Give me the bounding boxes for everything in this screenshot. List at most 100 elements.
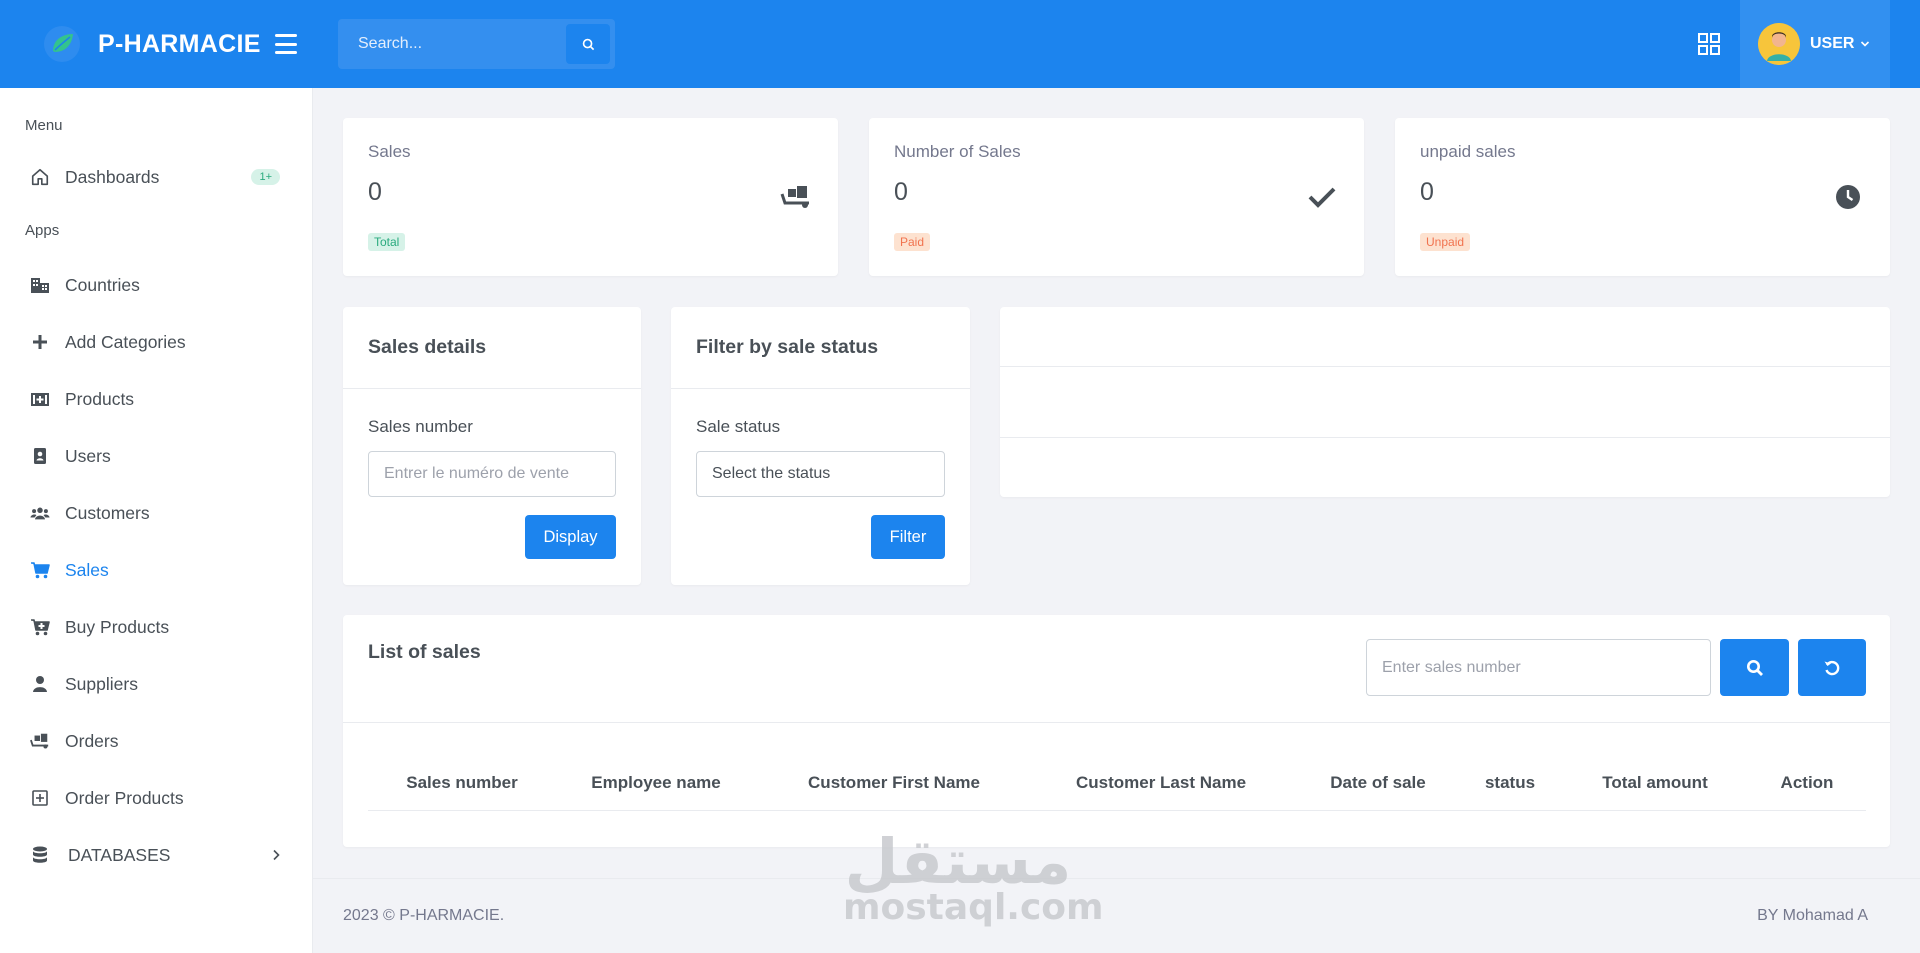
chevron-down-icon [1861, 41, 1870, 47]
status-badge: Total [368, 233, 406, 251]
sidebar-item-sales[interactable]: Sales [0, 546, 313, 594]
sidebar: Menu Dashboards 1+ Apps Countries Add Ca… [0, 88, 313, 953]
avatar [1758, 23, 1800, 65]
user-menu[interactable]: USER [1740, 0, 1890, 88]
stat-title: Number of Sales [894, 142, 1021, 161]
watermark-arabic: مستقل [844, 825, 1072, 898]
sales-table-header: Sales number Employee name Customer Firs… [368, 755, 1866, 811]
stat-card-sales: Sales 0 Total [343, 118, 838, 276]
clock-icon [1831, 182, 1865, 212]
sidebar-item-order-products[interactable]: Order Products [0, 774, 313, 822]
card-header: Filter by sale status [671, 307, 970, 389]
sales-list-reset-button[interactable] [1798, 639, 1866, 696]
divider [1000, 366, 1890, 367]
sidebar-section-apps: Apps [25, 222, 60, 239]
stat-value: 0 [1420, 178, 1434, 206]
watermark-latin: mostaql.com [843, 887, 1104, 928]
sidebar-item-label: Order Products [65, 787, 184, 808]
card-title: Filter by sale status [696, 336, 879, 358]
sales-list-card: List of sales Sales number Employee name… [343, 615, 1890, 847]
sidebar-item-buy-products[interactable]: Buy Products [0, 603, 313, 651]
status-badge: Unpaid [1420, 233, 1471, 251]
sales-details-card: Sales details Sales number Display [343, 307, 641, 585]
sales-list-search-input[interactable] [1366, 639, 1711, 696]
column-header: status [1484, 773, 1536, 792]
check-icon [1305, 182, 1339, 212]
dolly-icon [779, 182, 813, 212]
sidebar-item-customers[interactable]: Customers [0, 489, 313, 537]
brand-name[interactable]: P-HARMACIE [98, 30, 261, 59]
empty-panel [1000, 307, 1890, 497]
plus-icon [30, 332, 50, 352]
users-icon [30, 503, 50, 523]
column-header: Sales number [406, 773, 518, 792]
card-title: Sales details [368, 336, 487, 358]
sales-number-label: Sales number [368, 417, 473, 436]
sidebar-item-databases[interactable]: DATABASES [0, 831, 313, 879]
card-header: Sales details [343, 307, 641, 389]
cart-plus-icon [30, 617, 50, 637]
header-search-button[interactable] [566, 24, 610, 64]
search-icon [582, 38, 594, 50]
top-bar: P-HARMACIE USER [0, 0, 1920, 88]
stat-title: unpaid sales [1420, 142, 1516, 161]
sidebar-item-label: Buy Products [65, 616, 170, 637]
dashboard-count-badge: 1+ [251, 169, 280, 185]
stat-card-unpaid-sales: unpaid sales 0 Unpaid [1395, 118, 1890, 276]
stat-card-number-of-sales: Number of Sales 0 Paid [869, 118, 1364, 276]
leaf-logo-icon[interactable] [40, 22, 84, 66]
sale-status-selected: Select the status [712, 465, 831, 482]
cart-icon [30, 560, 50, 580]
header-search-input[interactable] [338, 19, 566, 69]
sidebar-item-products[interactable]: Products [0, 375, 313, 423]
sale-status-label: Sale status [696, 417, 781, 436]
sidebar-item-label: Countries [65, 274, 140, 295]
column-header: Customer First Name [808, 773, 980, 792]
user-name: USER [1810, 35, 1855, 52]
card-title: List of sales [368, 641, 481, 663]
sidebar-item-dashboards[interactable]: Dashboards 1+ [0, 153, 313, 201]
search-icon [1746, 659, 1763, 676]
sidebar-item-label: DATABASES [68, 844, 171, 865]
sidebar-item-label: Add Categories [65, 331, 186, 352]
plus-square-icon [30, 788, 50, 808]
status-badge: Paid [894, 233, 931, 251]
id-badge-icon [30, 446, 50, 466]
column-header: Employee name [591, 773, 721, 792]
apps-grid-icon[interactable] [1692, 27, 1726, 61]
sidebar-item-label: Users [65, 445, 111, 466]
sidebar-item-suppliers[interactable]: Suppliers [0, 660, 313, 708]
brand: P-HARMACIE [0, 0, 313, 88]
sidebar-item-label: Products [65, 388, 135, 409]
sidebar-item-label: Dashboards [65, 166, 160, 187]
divider [1000, 437, 1890, 438]
medkit-icon [30, 389, 50, 409]
sidebar-item-orders[interactable]: Orders [0, 717, 313, 765]
display-button[interactable]: Display [525, 515, 616, 559]
sidebar-item-users[interactable]: Users [0, 432, 313, 480]
sale-status-select[interactable]: Select the status [696, 451, 945, 497]
sales-number-input[interactable] [368, 451, 616, 497]
building-icon [30, 275, 50, 295]
user-icon [30, 674, 50, 694]
footer-credit: BY Mohamad A [1757, 907, 1868, 924]
sidebar-item-label: Customers [65, 502, 150, 523]
sidebar-item-label: Sales [65, 559, 109, 580]
sales-list-search-button[interactable] [1720, 639, 1789, 696]
menu-toggle-icon[interactable] [274, 34, 297, 54]
sidebar-item-add-categories[interactable]: Add Categories [0, 318, 313, 366]
header-search [338, 19, 615, 69]
watermark: مستقل mostaql.com [843, 825, 1104, 928]
divider [343, 722, 1890, 723]
stat-title: Sales [368, 142, 411, 161]
filter-button[interactable]: Filter [871, 515, 945, 559]
column-header: Action [1780, 773, 1834, 792]
column-header: Total amount [1602, 773, 1708, 792]
filter-card: Filter by sale status Sale status Select… [671, 307, 970, 585]
database-icon [30, 845, 50, 865]
footer: 2023 © P-HARMACIE. BY Mohamad A [313, 878, 1920, 953]
column-header: Date of sale [1330, 773, 1426, 792]
sidebar-item-countries[interactable]: Countries [0, 261, 313, 309]
sidebar-item-label: Suppliers [65, 673, 138, 694]
dolly-icon [30, 731, 50, 751]
